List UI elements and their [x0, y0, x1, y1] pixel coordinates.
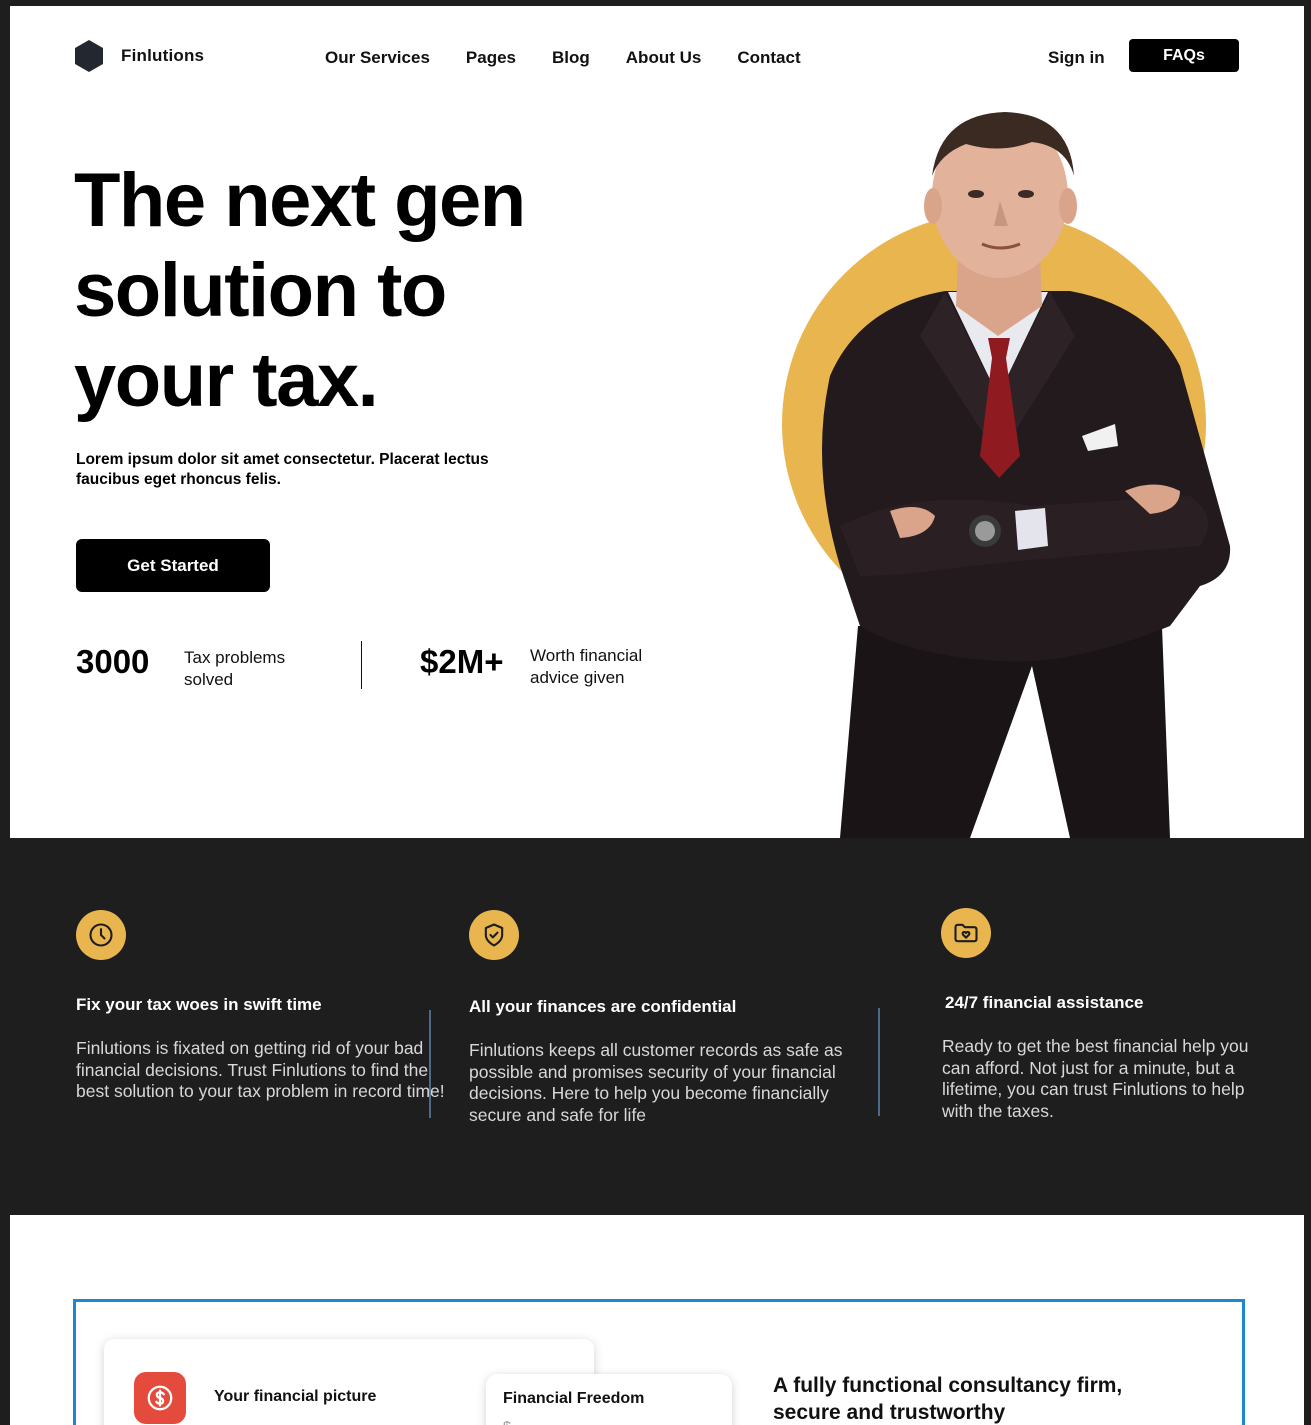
get-started-button[interactable]: Get Started	[76, 539, 270, 592]
hero-title-line: your tax.	[74, 338, 379, 423]
feature-divider	[429, 1010, 431, 1118]
dollar-icon	[134, 1372, 186, 1424]
consultancy-section: Your financial picture Financial Freedom…	[10, 1215, 1304, 1425]
section-heading: A fully functional consultancy firm, sec…	[773, 1374, 1123, 1424]
feature-title: 24/7 financial assistance	[945, 993, 1144, 1012]
nav-blog[interactable]: Blog	[552, 48, 590, 68]
nav-pages[interactable]: Pages	[466, 48, 516, 68]
stat-divider	[361, 641, 362, 689]
stat-value: $2M+	[420, 643, 504, 680]
stat-label: Worth financial advice given	[530, 646, 643, 687]
feature-divider	[878, 1008, 880, 1116]
hexagon-logo-icon	[75, 40, 103, 72]
card-title: Your financial picture	[214, 1388, 377, 1405]
businessman-photo	[782, 112, 1231, 838]
shield-check-icon	[469, 910, 519, 960]
consultancy-frame: Your financial picture Financial Freedom…	[73, 1299, 1245, 1425]
nav-about-us[interactable]: About Us	[626, 48, 702, 68]
brand-name: Finlutions	[121, 46, 205, 65]
stat-value: 3000	[76, 643, 150, 680]
feature-text: Ready to get the best financial help you…	[942, 1036, 1249, 1121]
card-value: $ - - - -	[503, 1418, 563, 1425]
financial-freedom-card[interactable]: Financial Freedom $ - - - -	[486, 1374, 732, 1425]
feature-title: Fix your tax woes in swift time	[76, 995, 322, 1014]
clock-icon	[76, 910, 126, 960]
main-nav: Our Services Pages Blog About Us Contact	[325, 48, 837, 68]
feature-text: Finlutions is fixated on getting rid of …	[76, 1038, 445, 1101]
signin-link[interactable]: Sign in	[1048, 48, 1105, 68]
faqs-button[interactable]: FAQs	[1129, 39, 1239, 72]
hero-section: Finlutions Our Services Pages Blog About…	[10, 6, 1304, 838]
nav-our-services[interactable]: Our Services	[325, 48, 430, 68]
hero-title-line: solution to	[74, 248, 447, 333]
hero-subtitle: Lorem ipsum dolor sit amet consectetur. …	[76, 451, 489, 488]
hero-title-line: The next gen	[74, 158, 526, 243]
feature-title: All your finances are confidential	[469, 997, 737, 1016]
brand-logo[interactable]: Finlutions	[73, 39, 204, 73]
stat-label: Tax problems solved	[184, 648, 286, 689]
nav-contact[interactable]: Contact	[737, 48, 800, 68]
hero-title: The next gen solution to your tax.	[74, 156, 634, 426]
folder-heart-icon	[941, 908, 991, 958]
features-section: Fix your tax woes in swift time Finlutio…	[0, 838, 1311, 1215]
feature-text: Finlutions keeps all customer records as…	[469, 1040, 843, 1125]
card-title: Financial Freedom	[503, 1390, 645, 1407]
